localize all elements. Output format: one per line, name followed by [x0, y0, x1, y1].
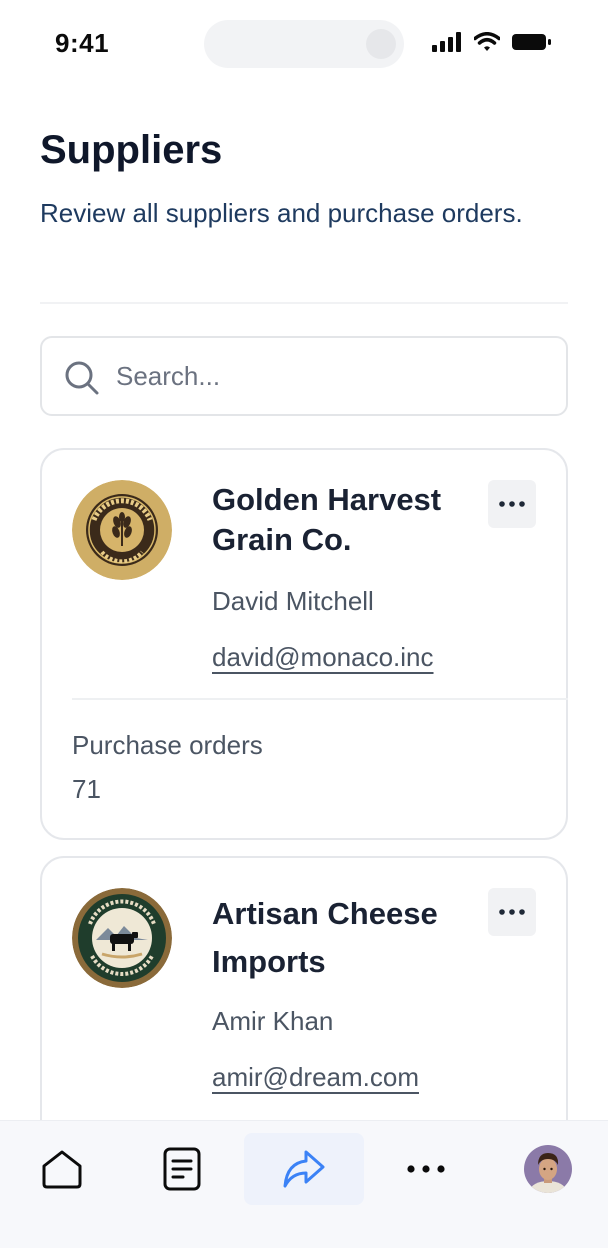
dynamic-island: [204, 20, 404, 68]
contact-email-link[interactable]: amir@dream.com: [212, 1062, 419, 1093]
contact-name: Amir Khan: [212, 1006, 334, 1036]
status-bar: 9:41: [0, 0, 608, 88]
search-input[interactable]: [116, 356, 536, 396]
search-box[interactable]: [40, 336, 568, 416]
nav-home[interactable]: [2, 1133, 122, 1205]
signal-icon: [432, 32, 461, 52]
share-icon: [283, 1150, 325, 1188]
more-options-button[interactable]: [488, 480, 536, 528]
ellipsis-icon: [499, 909, 525, 915]
contact-name: David Mitchell: [212, 586, 374, 616]
more-options-button[interactable]: [488, 888, 536, 936]
page-title: Suppliers: [40, 128, 223, 172]
supplier-logo: [72, 888, 172, 988]
supplier-name: Artisan Cheese Imports: [212, 896, 438, 979]
bottom-nav: [0, 1120, 608, 1248]
nav-more[interactable]: [366, 1133, 486, 1205]
ellipsis-icon: [499, 501, 525, 507]
more-icon: [407, 1165, 445, 1173]
nav-share[interactable]: [244, 1133, 364, 1205]
supplier-logo: [72, 480, 172, 580]
avatar: [524, 1145, 572, 1193]
status-time: 9:41: [55, 28, 110, 58]
status-icons: [432, 32, 552, 52]
contact-email-link[interactable]: david@monaco.inc: [212, 642, 434, 673]
supplier-name: Golden Harvest Grain Co.: [212, 482, 442, 557]
search-icon: [65, 361, 99, 395]
camera-dot: [366, 29, 396, 59]
purchase-orders-label: Purchase orders: [72, 730, 263, 760]
nav-profile[interactable]: [488, 1133, 608, 1205]
purchase-orders-count: 71: [72, 774, 101, 804]
battery-icon: [512, 34, 551, 50]
nav-documents[interactable]: [122, 1133, 242, 1205]
card-divider: [72, 698, 568, 700]
wifi-icon: [474, 32, 500, 51]
header-divider: [40, 302, 568, 304]
home-icon: [42, 1150, 82, 1189]
page-subtitle: Review all suppliers and purchase orders…: [40, 198, 523, 228]
document-icon: [163, 1147, 201, 1191]
supplier-card[interactable]: Golden Harvest Grain Co. David Mitchell …: [40, 448, 568, 840]
